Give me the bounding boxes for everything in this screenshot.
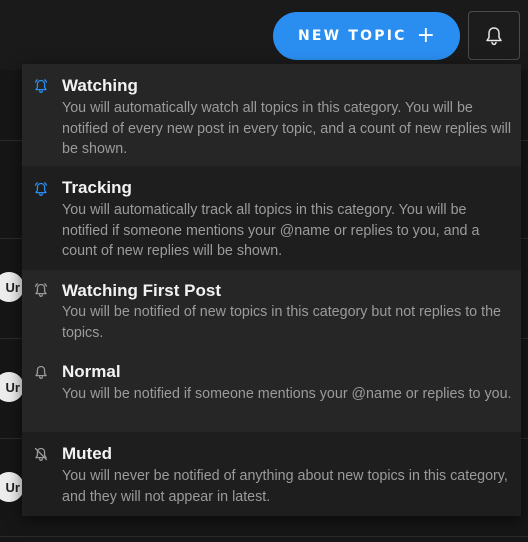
notification-level-menu: Watching You will automatically watch al…: [22, 64, 521, 516]
menu-item-description: You will automatically track all topics …: [62, 202, 480, 259]
new-topic-label: NEW TOPIC: [297, 28, 407, 44]
list-divider: [0, 536, 528, 537]
avatar[interactable]: Ur: [0, 372, 24, 402]
bell-alert-icon: [34, 283, 48, 297]
notification-level-button[interactable]: [468, 11, 520, 60]
menu-item-watching[interactable]: Watching You will automatically watch al…: [22, 64, 521, 166]
menu-item-watching-first-post[interactable]: Watching First Post You will be notified…: [22, 270, 521, 350]
menu-item-title: Muted: [62, 444, 113, 463]
top-bar: NEW TOPIC +: [0, 0, 528, 70]
avatar[interactable]: Ur: [0, 272, 24, 302]
avatar[interactable]: Ur: [0, 472, 24, 502]
menu-item-title: Normal: [62, 362, 121, 381]
bell-alert-icon: [34, 79, 48, 93]
menu-item-muted[interactable]: Muted You will never be notified of anyt…: [22, 432, 521, 516]
bell-icon: [486, 26, 502, 45]
menu-item-description: You will be notified if someone mentions…: [62, 386, 512, 402]
new-topic-button[interactable]: NEW TOPIC +: [273, 12, 460, 60]
bell-slash-icon: [34, 447, 48, 461]
menu-item-tracking[interactable]: Tracking You will automatically track al…: [22, 166, 521, 270]
bell-alert-icon: [34, 182, 48, 196]
plus-icon: +: [416, 22, 436, 48]
menu-item-description: You will be notified of new topics in th…: [62, 304, 501, 341]
menu-item-description: You will automatically watch all topics …: [62, 100, 512, 157]
menu-item-title: Watching: [62, 76, 138, 95]
menu-item-title: Tracking: [62, 178, 132, 197]
bell-icon: [35, 365, 47, 379]
menu-item-title: Watching First Post: [62, 281, 221, 300]
menu-item-normal[interactable]: Normal You will be notified if someone m…: [22, 350, 521, 432]
menu-item-description: You will never be notified of anything a…: [62, 468, 508, 505]
